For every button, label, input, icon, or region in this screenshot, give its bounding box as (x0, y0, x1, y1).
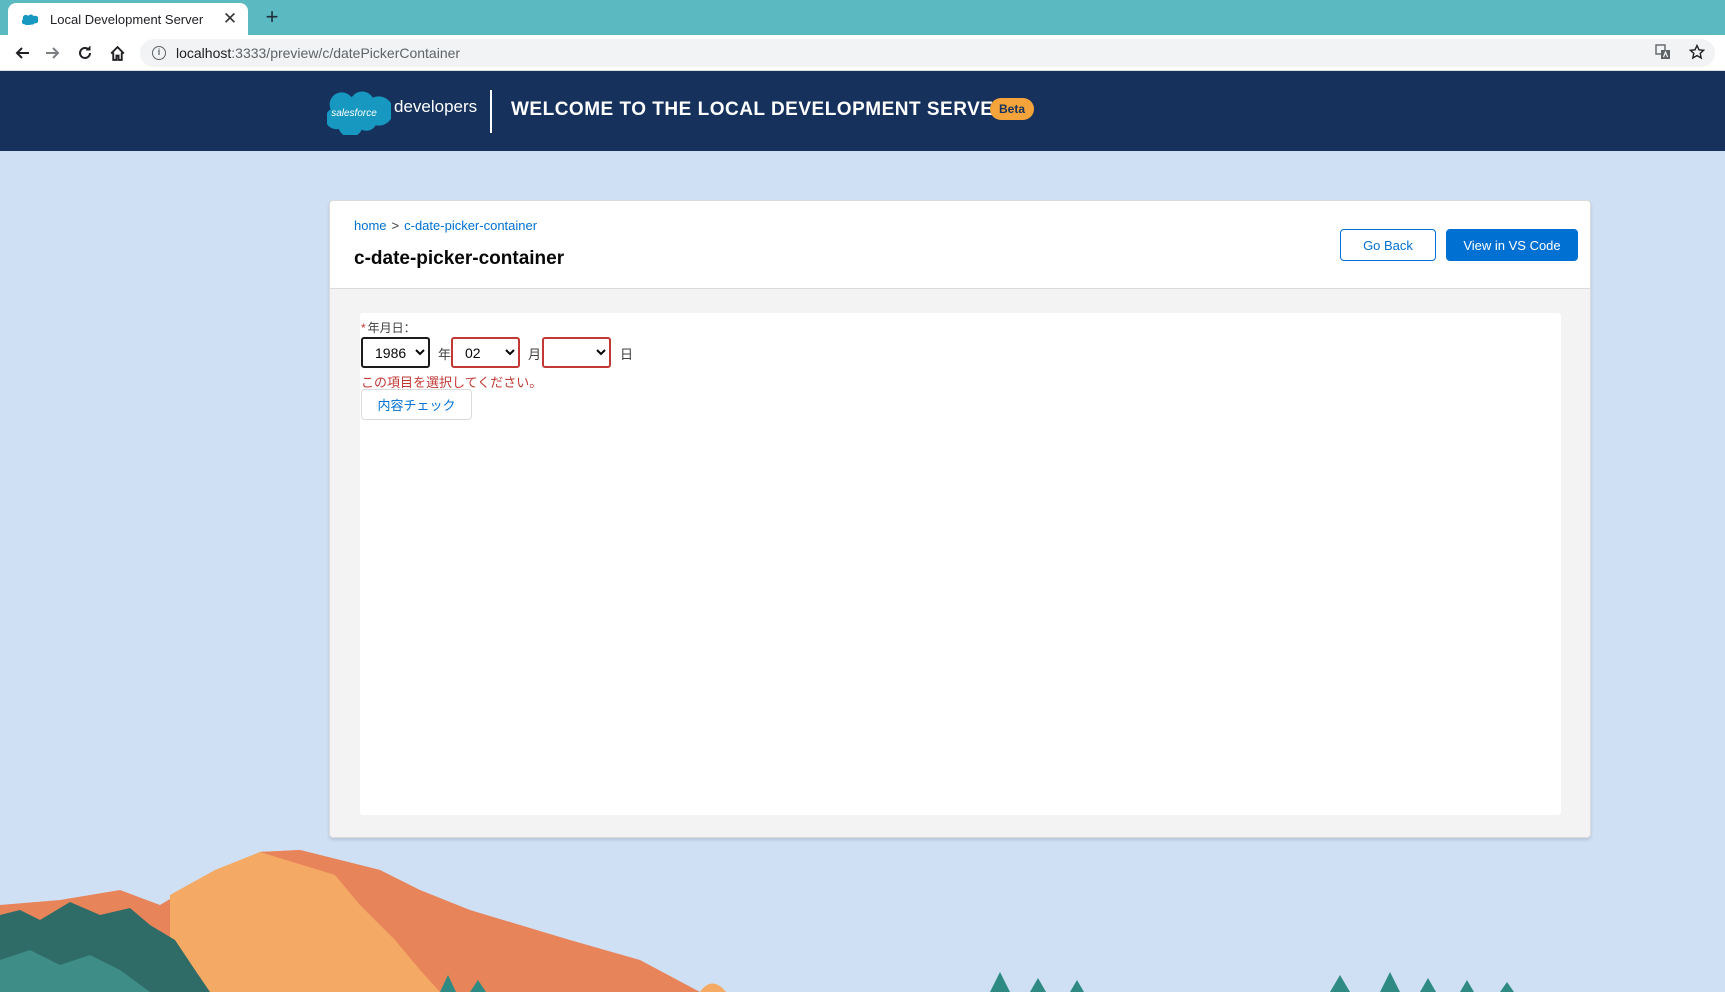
salesforce-logo: salesforce (327, 91, 391, 135)
translate-icon[interactable] (1655, 44, 1671, 60)
home-icon (109, 45, 125, 61)
year-select[interactable]: 1986 (361, 337, 430, 368)
date-field-label-text: 年月日： (367, 321, 416, 335)
reload-button[interactable] (71, 39, 99, 67)
home-button[interactable] (103, 39, 131, 67)
tab-close-icon[interactable]: ✕ (222, 9, 238, 29)
browser-tab-bar: Local Development Server ✕ + (0, 0, 1725, 35)
browser-tab[interactable]: Local Development Server ✕ (8, 3, 248, 35)
arrow-right-icon (46, 47, 60, 59)
card-header: home > c-date-picker-container c-date-pick… (330, 201, 1590, 289)
month-unit-label: 月 (528, 347, 542, 362)
breadcrumb-separator: > (391, 218, 400, 233)
app-header: salesforce developers WELCOME TO THE LOC… (0, 71, 1725, 151)
go-back-button[interactable]: Go Back (1340, 229, 1436, 261)
preview-card: home > c-date-picker-container c-date-pick… (329, 200, 1591, 838)
header-title: WELCOME TO THE LOCAL DEVELOPMENT SERVER (511, 99, 1008, 120)
view-in-vscode-button[interactable]: View in VS Code (1446, 229, 1578, 261)
day-unit-label: 日 (620, 347, 634, 362)
browser-toolbar: i localhost:3333/preview/c/datePickerCon… (0, 35, 1725, 71)
month-select[interactable]: 02 (451, 337, 520, 368)
new-tab-button[interactable]: + (258, 3, 286, 31)
breadcrumb-home-link[interactable]: home (354, 218, 387, 233)
day-select[interactable] (542, 337, 611, 368)
page-title: c-date-picker-container (354, 248, 565, 269)
header-divider (490, 90, 492, 133)
address-bar[interactable]: i localhost:3333/preview/c/datePickerCon… (140, 39, 1715, 67)
arrow-left-icon (15, 47, 29, 59)
breadcrumb: home > c-date-picker-container (354, 218, 537, 233)
required-mark: * (361, 321, 366, 335)
beta-badge: Beta (990, 98, 1035, 120)
date-field-label: * 年月日： (361, 319, 416, 336)
component-preview-area: * 年月日： 1986 年 02 月 日 この項目を選択してください。 内容チェッ… (360, 313, 1561, 815)
star-icon[interactable] (1689, 44, 1705, 60)
info-icon[interactable]: i (152, 46, 166, 60)
address-bar-actions (1655, 44, 1705, 60)
tab-title: Local Development Server (50, 11, 204, 27)
url-host: localhost (176, 45, 232, 61)
salesforce-favicon-icon (22, 14, 38, 25)
url-path: :3333/preview/c/datePickerContainer (231, 45, 461, 61)
year-unit-label: 年 (438, 347, 452, 362)
reload-icon (79, 46, 91, 59)
back-button[interactable] (8, 39, 36, 67)
breadcrumb-current-link[interactable]: c-date-picker-container (404, 218, 537, 233)
forward-button[interactable] (39, 39, 67, 67)
content-check-button[interactable]: 内容チェック (361, 389, 472, 420)
developers-label: developers (394, 97, 478, 116)
landscape-illustration (0, 850, 1514, 992)
salesforce-logo-text: salesforce (331, 108, 377, 119)
